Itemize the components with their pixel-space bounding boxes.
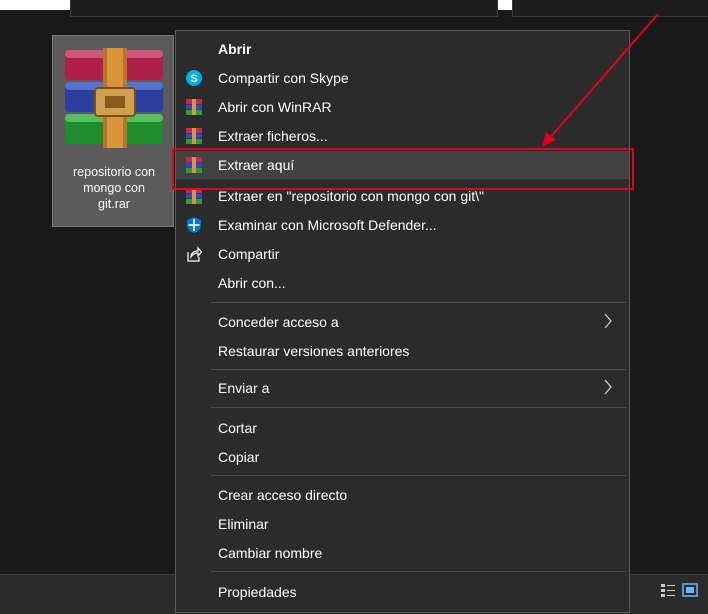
menu-item-cambiar-nombre[interactable]: Cambiar nombre	[176, 539, 629, 567]
menu-item-propiedades[interactable]: Propiedades	[176, 578, 629, 606]
menu-item-restaurar-versiones[interactable]: Restaurar versiones anteriores	[176, 337, 629, 365]
winrar-icon	[186, 188, 202, 204]
menu-separator	[211, 407, 626, 408]
large-icons-view-icon[interactable]	[682, 582, 698, 598]
menu-separator	[211, 571, 626, 572]
chevron-right-icon	[604, 313, 612, 329]
chevron-right-icon	[604, 379, 612, 395]
menu-separator	[211, 475, 626, 476]
search-box[interactable]	[512, 0, 708, 17]
defender-shield-icon	[187, 217, 201, 233]
menu-item-compartir[interactable]: Compartir	[176, 240, 629, 268]
menu-item-crear-acceso-directo[interactable]: Crear acceso directo	[176, 481, 629, 509]
menu-item-abrir-con[interactable]: Abrir con...	[176, 269, 629, 297]
menu-item-cortar[interactable]: Cortar	[176, 414, 629, 442]
view-toggle[interactable]	[660, 582, 698, 598]
skype-icon: S	[186, 70, 202, 86]
menu-item-extraer-ficheros[interactable]: Extraer ficheros...	[176, 122, 629, 150]
share-icon	[187, 246, 202, 262]
context-menu: Abrir S Compartir con Skype Abrir con Wi…	[175, 30, 630, 613]
menu-item-examinar-defender[interactable]: Examinar con Microsoft Defender...	[176, 211, 629, 239]
menu-item-abrir-winrar[interactable]: Abrir con WinRAR	[176, 93, 629, 121]
menu-separator	[211, 302, 626, 303]
annotation-highlight-box	[172, 148, 634, 190]
menu-item-compartir-skype[interactable]: S Compartir con Skype	[176, 64, 629, 92]
file-name: repositorio con mongo con git.rar	[73, 165, 155, 211]
menu-item-enviar-a[interactable]: Enviar a	[176, 374, 629, 402]
winrar-archive-icon	[65, 48, 163, 148]
menu-item-conceder-acceso[interactable]: Conceder acceso a	[176, 308, 629, 336]
winrar-icon	[186, 99, 202, 115]
menu-separator	[211, 369, 626, 370]
file-item-selected[interactable]: repositorio con mongo con git.rar	[52, 35, 174, 227]
menu-item-eliminar[interactable]: Eliminar	[176, 510, 629, 538]
winrar-icon	[186, 128, 202, 144]
toolbar-box	[70, 0, 498, 17]
svg-text:S: S	[190, 73, 197, 85]
menu-item-copiar[interactable]: Copiar	[176, 443, 629, 471]
details-view-icon[interactable]	[660, 582, 676, 598]
menu-item-abrir[interactable]: Abrir	[176, 35, 629, 63]
